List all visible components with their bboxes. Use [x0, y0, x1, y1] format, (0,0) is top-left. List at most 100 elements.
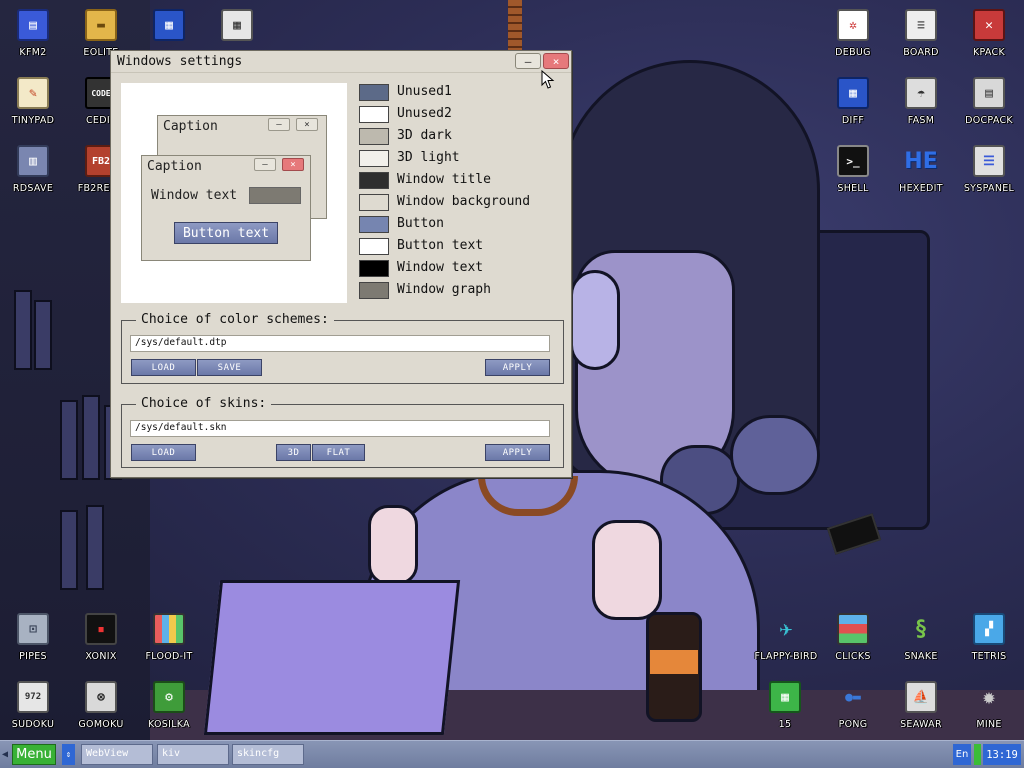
desktop-icon-kpack[interactable]: ✕ KPACK — [956, 0, 1022, 66]
desktop-icon-diff[interactable]: ▦ DIFF — [820, 68, 886, 134]
color-scheme-save-button[interactable]: SAVE — [197, 359, 262, 376]
menu-button[interactable]: Menu — [12, 744, 56, 765]
skin-preview-panel: Caption – × Caption – × Window text Butt… — [121, 83, 347, 303]
color-swatch[interactable] — [359, 106, 389, 123]
color-row-window-graph[interactable]: Window graph — [357, 281, 567, 303]
windows-settings-window[interactable]: Windows settings – × Caption – × Caption… — [110, 50, 572, 478]
docpack-icon: ▤ — [973, 77, 1005, 109]
wallpaper-book — [14, 290, 32, 370]
color-label: Window background — [397, 194, 531, 209]
mouse-cursor-icon — [541, 70, 555, 89]
desktop-icon-tetris[interactable]: ▞ TETRIS — [956, 604, 1022, 670]
skin-load-button[interactable]: LOAD — [131, 444, 196, 461]
desktop-icon-pipes[interactable]: ⊡ PIPES — [0, 604, 66, 670]
desktop-icon-shell[interactable]: >_ SHELL — [820, 136, 886, 202]
shell-terminal-icon: >_ — [837, 145, 869, 177]
color-swatch[interactable] — [359, 84, 389, 101]
color-row-unused2[interactable]: Unused2 — [357, 105, 567, 127]
desktop-icon-flood-it[interactable]: FLOOD-IT — [136, 604, 202, 670]
desktop-icon-15[interactable]: ▦ 15 — [752, 672, 818, 738]
wallpaper-hand — [592, 520, 662, 620]
keyboard-language[interactable]: En — [953, 744, 971, 765]
color-row-window-title[interactable]: Window title — [357, 171, 567, 193]
preview-back-caption: Caption — [163, 119, 218, 134]
color-row-unused1[interactable]: Unused1 — [357, 83, 567, 105]
desktop-icon-mine[interactable]: ✹ MINE — [956, 672, 1022, 738]
desktop-icon-docpack[interactable]: ▤ DOCPACK — [956, 68, 1022, 134]
wallpaper-rope — [508, 0, 522, 56]
notepad-icon: ✎ — [17, 77, 49, 109]
skin-3d-button[interactable]: 3D — [276, 444, 311, 461]
color-swatch[interactable] — [359, 260, 389, 277]
task-skincfg[interactable]: skincfg — [232, 744, 304, 765]
color-label: Unused2 — [397, 106, 452, 121]
color-swatch[interactable] — [359, 128, 389, 145]
diff-icon: ▦ — [837, 77, 869, 109]
desktop-icon-debug[interactable]: ✲ DEBUG — [820, 0, 886, 66]
color-schemes-group: Choice of color schemes: /sys/default.dt… — [121, 312, 564, 384]
preview-back-close-button: × — [296, 118, 318, 131]
wallpaper-book — [34, 300, 52, 370]
task-webview[interactable]: WebView — [81, 744, 153, 765]
clock[interactable]: 13:19 — [983, 744, 1021, 765]
preview-front-caption: Caption — [147, 159, 202, 174]
wallpaper-headphone — [570, 270, 620, 370]
window-titlebar[interactable]: Windows settings – × — [111, 51, 571, 73]
color-row-window-text[interactable]: Window text — [357, 259, 567, 281]
color-row-button[interactable]: Button — [357, 215, 567, 237]
task-kiv[interactable]: kiv — [157, 744, 229, 765]
preview-window-text: Window text — [151, 188, 238, 203]
color-swatch[interactable] — [359, 172, 389, 189]
taskbar-switch-icon[interactable]: ⇕ — [62, 744, 75, 765]
color-row-button-text[interactable]: Button text — [357, 237, 567, 259]
preview-button: Button text — [174, 222, 278, 244]
desktop-icon-sudoku[interactable]: 972 SUDOKU — [0, 672, 66, 738]
desktop-icon-clicks[interactable]: CLICKS — [820, 604, 886, 670]
desktop-icon-hexedit[interactable]: HE HEXEDIT — [888, 136, 954, 202]
color-label: Window text — [397, 260, 484, 275]
desktop-icon-gomoku[interactable]: ⊗ GOMOKU — [68, 672, 134, 738]
wallpaper-book — [60, 400, 78, 480]
desktop-icon-xonix[interactable]: ▪ XONIX — [68, 604, 134, 670]
wallpaper-book — [82, 395, 100, 480]
color-scheme-load-button[interactable]: LOAD — [131, 359, 196, 376]
color-row-window-background[interactable]: Window background — [357, 193, 567, 215]
skin-apply-button[interactable]: APPLY — [485, 444, 550, 461]
color-swatch[interactable] — [359, 282, 389, 299]
wallpaper-laptop — [203, 580, 461, 735]
color-swatch[interactable] — [359, 150, 389, 167]
hexedit-icon: HE — [904, 148, 938, 174]
skin-flat-button[interactable]: FLAT — [312, 444, 365, 461]
desktop-icon-fasm[interactable]: ☂ FASM — [888, 68, 954, 134]
color-swatch[interactable] — [359, 238, 389, 255]
clicks-blocks-icon — [837, 613, 869, 645]
preview-window-graph — [249, 187, 301, 204]
debug-bug-icon: ✲ — [837, 9, 869, 41]
skin-path-input[interactable]: /sys/default.skn — [130, 420, 550, 437]
color-label: 3D dark — [397, 128, 452, 143]
desktop-icon-kosilka[interactable]: ⚙ KOSILKA — [136, 672, 202, 738]
taskbar-left-arrow-icon[interactable]: ◀ — [2, 749, 8, 760]
color-row-3d-dark[interactable]: 3D dark — [357, 127, 567, 149]
color-swatch[interactable] — [359, 194, 389, 211]
color-row-3d-light[interactable]: 3D light — [357, 149, 567, 171]
fifteen-puzzle-icon: ▦ — [769, 681, 801, 713]
desktop-icon-pong[interactable]: ●▬ PONG — [820, 672, 886, 738]
skins-legend: Choice of skins: — [136, 396, 272, 411]
color-scheme-apply-button[interactable]: APPLY — [485, 359, 550, 376]
desktop-icon-rdsave[interactable]: ▥ RDSAVE — [0, 136, 66, 202]
color-swatch[interactable] — [359, 216, 389, 233]
desktop-icon-flappy-bird[interactable]: ✈ FLAPPY-BIRD — [752, 604, 820, 670]
color-scheme-path-input[interactable]: /sys/default.dtp — [130, 335, 550, 352]
minimize-button[interactable]: – — [515, 53, 541, 69]
desktop-icon-tinypad[interactable]: ✎ TINYPAD — [0, 68, 66, 134]
desktop-icon-seawar[interactable]: ⛵ SEAWAR — [888, 672, 954, 738]
fasm-icon: ☂ — [905, 77, 937, 109]
color-schemes-legend: Choice of color schemes: — [136, 312, 334, 327]
desktop-icon-kfm2[interactable]: ▤ KFM2 — [0, 0, 66, 66]
board-icon: ≡ — [905, 9, 937, 41]
desktop-icon-snake[interactable]: § SNAKE — [888, 604, 954, 670]
desktop-icon-board[interactable]: ≡ BOARD — [888, 0, 954, 66]
desktop-icon-syspanel[interactable]: ☰ SYSPANEL — [956, 136, 1022, 202]
close-button[interactable]: × — [543, 53, 569, 69]
